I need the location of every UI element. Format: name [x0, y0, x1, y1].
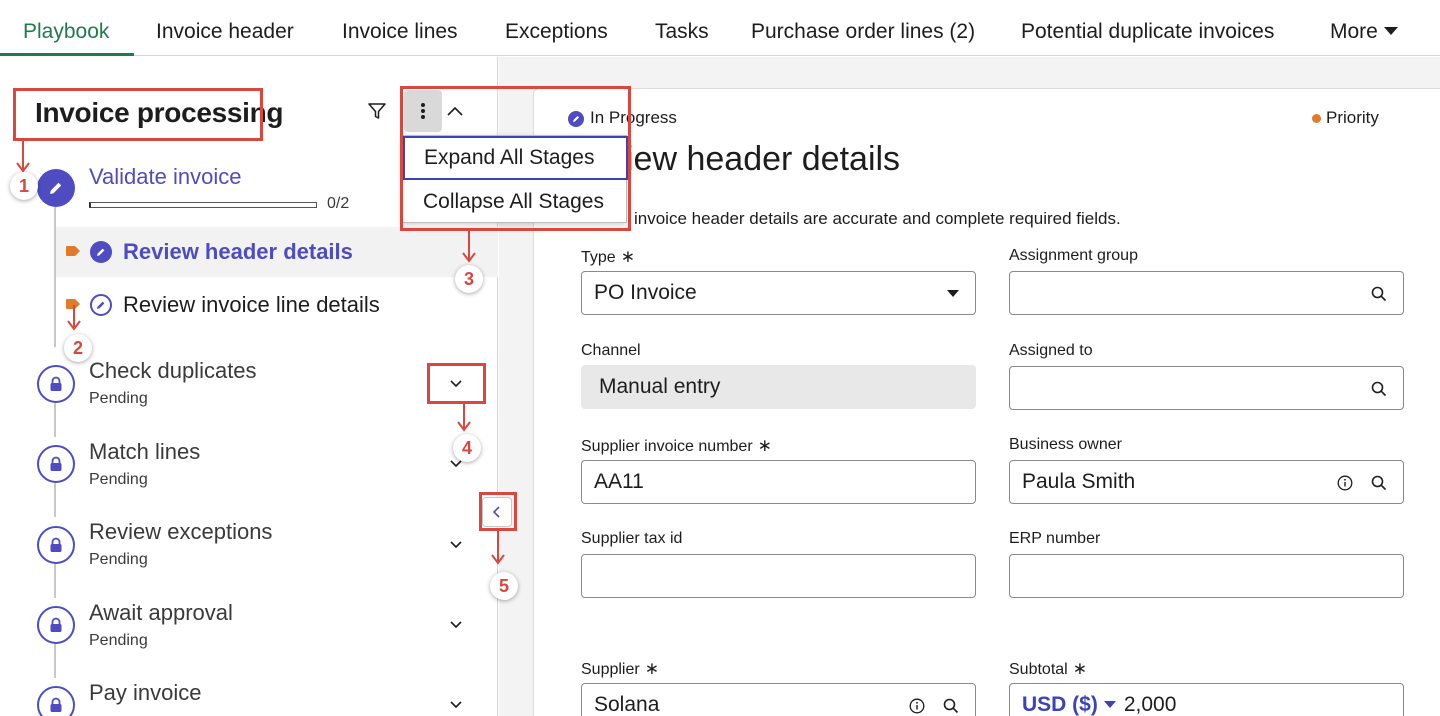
stage-validate-invoice[interactable]: Validate invoice	[89, 164, 241, 190]
search-icon[interactable]	[1370, 380, 1388, 398]
in-progress-icon	[568, 111, 584, 127]
lock-icon	[37, 526, 75, 564]
assignment-group-label: Assignment group	[1009, 247, 1138, 264]
assigned-to-label: Assigned to	[1009, 342, 1093, 359]
tab-more[interactable]: More	[1330, 0, 1398, 56]
task-title: iew header details	[626, 140, 901, 178]
subtotal-value: 2,000	[1123, 693, 1177, 716]
supplier-label: Supplier ∗	[581, 659, 659, 678]
erp-number-input[interactable]	[1009, 554, 1404, 598]
stage-connector	[54, 643, 56, 678]
filter-icon[interactable]	[364, 97, 390, 125]
annotation-badge: 2	[64, 334, 92, 362]
erp-number-label: ERP number	[1009, 530, 1101, 547]
tab-active-underline	[0, 53, 134, 56]
business-owner-input[interactable]: Paula Smith	[1009, 460, 1404, 504]
search-icon[interactable]	[1370, 474, 1388, 492]
stage-connector	[54, 563, 56, 598]
tab-more-label: More	[1330, 20, 1378, 43]
currency-select[interactable]: USD ($)	[1022, 693, 1098, 716]
assignment-group-input[interactable]	[1009, 271, 1404, 315]
info-icon[interactable]	[1336, 474, 1354, 492]
priority-dot-icon	[1312, 114, 1321, 123]
stage-validate-invoice-icon	[37, 169, 75, 207]
priority-tag-icon	[66, 299, 80, 309]
task-status: In Progress	[590, 108, 677, 127]
task-review-invoice-line-details[interactable]: Review invoice line details	[56, 280, 498, 330]
supplier-tax-id-input[interactable]	[581, 554, 976, 598]
supplier-input[interactable]: Solana	[581, 683, 976, 716]
stage-match-lines[interactable]: Match lines	[89, 439, 200, 465]
lock-icon	[37, 606, 75, 644]
stage-status: Pending	[89, 632, 148, 649]
supplier-invoice-number-input[interactable]: AA11	[581, 460, 976, 504]
menu-expand-all-stages[interactable]: Expand All Stages	[403, 136, 628, 180]
search-icon[interactable]	[942, 697, 960, 715]
playbook-title: Invoice processing	[35, 97, 284, 128]
chevron-down-icon[interactable]	[444, 692, 468, 716]
select-caret-icon	[947, 290, 959, 297]
supplier-tax-id-label: Supplier tax id	[581, 530, 683, 547]
tab-exceptions[interactable]: Exceptions	[505, 0, 608, 56]
info-icon[interactable]	[908, 697, 926, 715]
subtotal-input[interactable]: USD ($) 2,000	[1009, 683, 1404, 716]
stage-progress-text: 0/2	[327, 195, 350, 212]
tab-potential-duplicate-invoices[interactable]: Potential duplicate invoices	[1021, 0, 1274, 56]
tab-invoice-lines[interactable]: Invoice lines	[342, 0, 458, 56]
stage-review-exceptions[interactable]: Review exceptions	[89, 519, 272, 545]
stage-await-approval[interactable]: Await approval	[89, 600, 233, 626]
subtotal-label: Subtotal ∗	[1009, 659, 1087, 678]
stage-status: Pending	[89, 551, 148, 568]
stage-connector	[54, 402, 56, 437]
tab-tasks[interactable]: Tasks	[655, 0, 709, 56]
stage-pay-invoice[interactable]: Pay invoice	[89, 680, 202, 706]
caret-down-icon	[1383, 27, 1398, 35]
collapse-panel-button[interactable]	[482, 497, 512, 527]
search-icon[interactable]	[1370, 285, 1388, 303]
lock-icon	[37, 686, 75, 716]
type-select[interactable]: PO Invoice	[581, 271, 976, 315]
supplier-invoice-number-label: Supplier invoice number ∗	[581, 436, 772, 455]
channel-readonly: Manual entry	[581, 365, 976, 409]
priority-tag-icon	[66, 246, 80, 256]
annotation-badge: 5	[490, 572, 518, 600]
currency-caret-icon	[1103, 701, 1116, 708]
priority-label: Priority	[1326, 108, 1379, 127]
stage-connector	[54, 482, 56, 517]
lock-icon	[37, 365, 75, 403]
task-review-header-details[interactable]: Review header details	[56, 227, 498, 277]
tab-bar: Playbook Invoice header Invoice lines Ex…	[0, 0, 1440, 56]
lock-icon	[37, 445, 75, 483]
chevron-left-icon	[492, 506, 500, 518]
stage-status: Pending	[89, 471, 148, 488]
chevron-down-icon[interactable]	[444, 371, 468, 395]
stage-check-duplicates[interactable]: Check duplicates	[89, 358, 257, 384]
annotation-badge: 3	[455, 265, 483, 293]
task-pending-icon	[90, 294, 112, 316]
task-description: invoice header details are accurate and …	[634, 209, 1121, 228]
annotation-badge: 1	[10, 172, 38, 200]
chevron-down-icon[interactable]	[444, 612, 468, 636]
chevron-down-icon[interactable]	[444, 532, 468, 556]
stage-status: Pending	[89, 390, 148, 407]
kebab-menu-icon[interactable]	[404, 90, 442, 132]
stage-progress-bar	[89, 202, 317, 208]
menu-collapse-all-stages[interactable]: Collapse All Stages	[403, 180, 628, 224]
stages-menu: Expand All Stages Collapse All Stages	[402, 135, 628, 224]
annotation-badge: 4	[453, 434, 481, 462]
chevron-up-icon[interactable]	[442, 97, 468, 125]
tab-playbook[interactable]: Playbook	[23, 0, 109, 56]
task-in-progress-icon	[90, 241, 112, 263]
assigned-to-input[interactable]	[1009, 366, 1404, 410]
business-owner-label: Business owner	[1009, 436, 1122, 453]
tab-purchase-order-lines[interactable]: Purchase order lines (2)	[751, 0, 975, 56]
channel-label: Channel	[581, 342, 641, 359]
type-label: Type ∗	[581, 247, 635, 266]
tab-invoice-header[interactable]: Invoice header	[156, 0, 294, 56]
task-label: Review header details	[123, 239, 353, 264]
task-label: Review invoice line details	[123, 292, 380, 317]
